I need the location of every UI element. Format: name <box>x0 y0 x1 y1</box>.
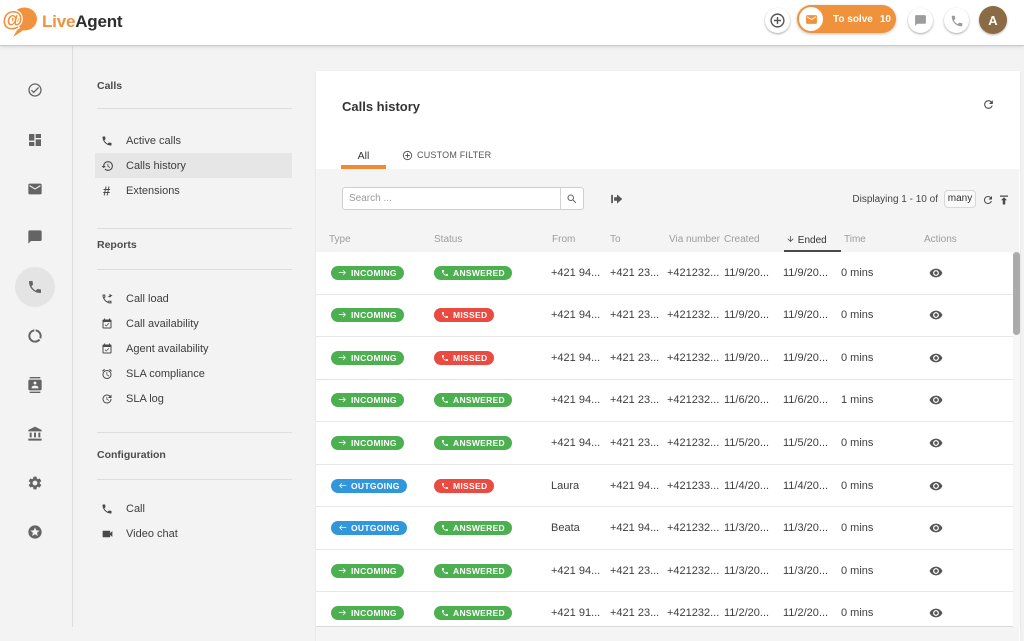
svg-text:@: @ <box>2 9 22 32</box>
